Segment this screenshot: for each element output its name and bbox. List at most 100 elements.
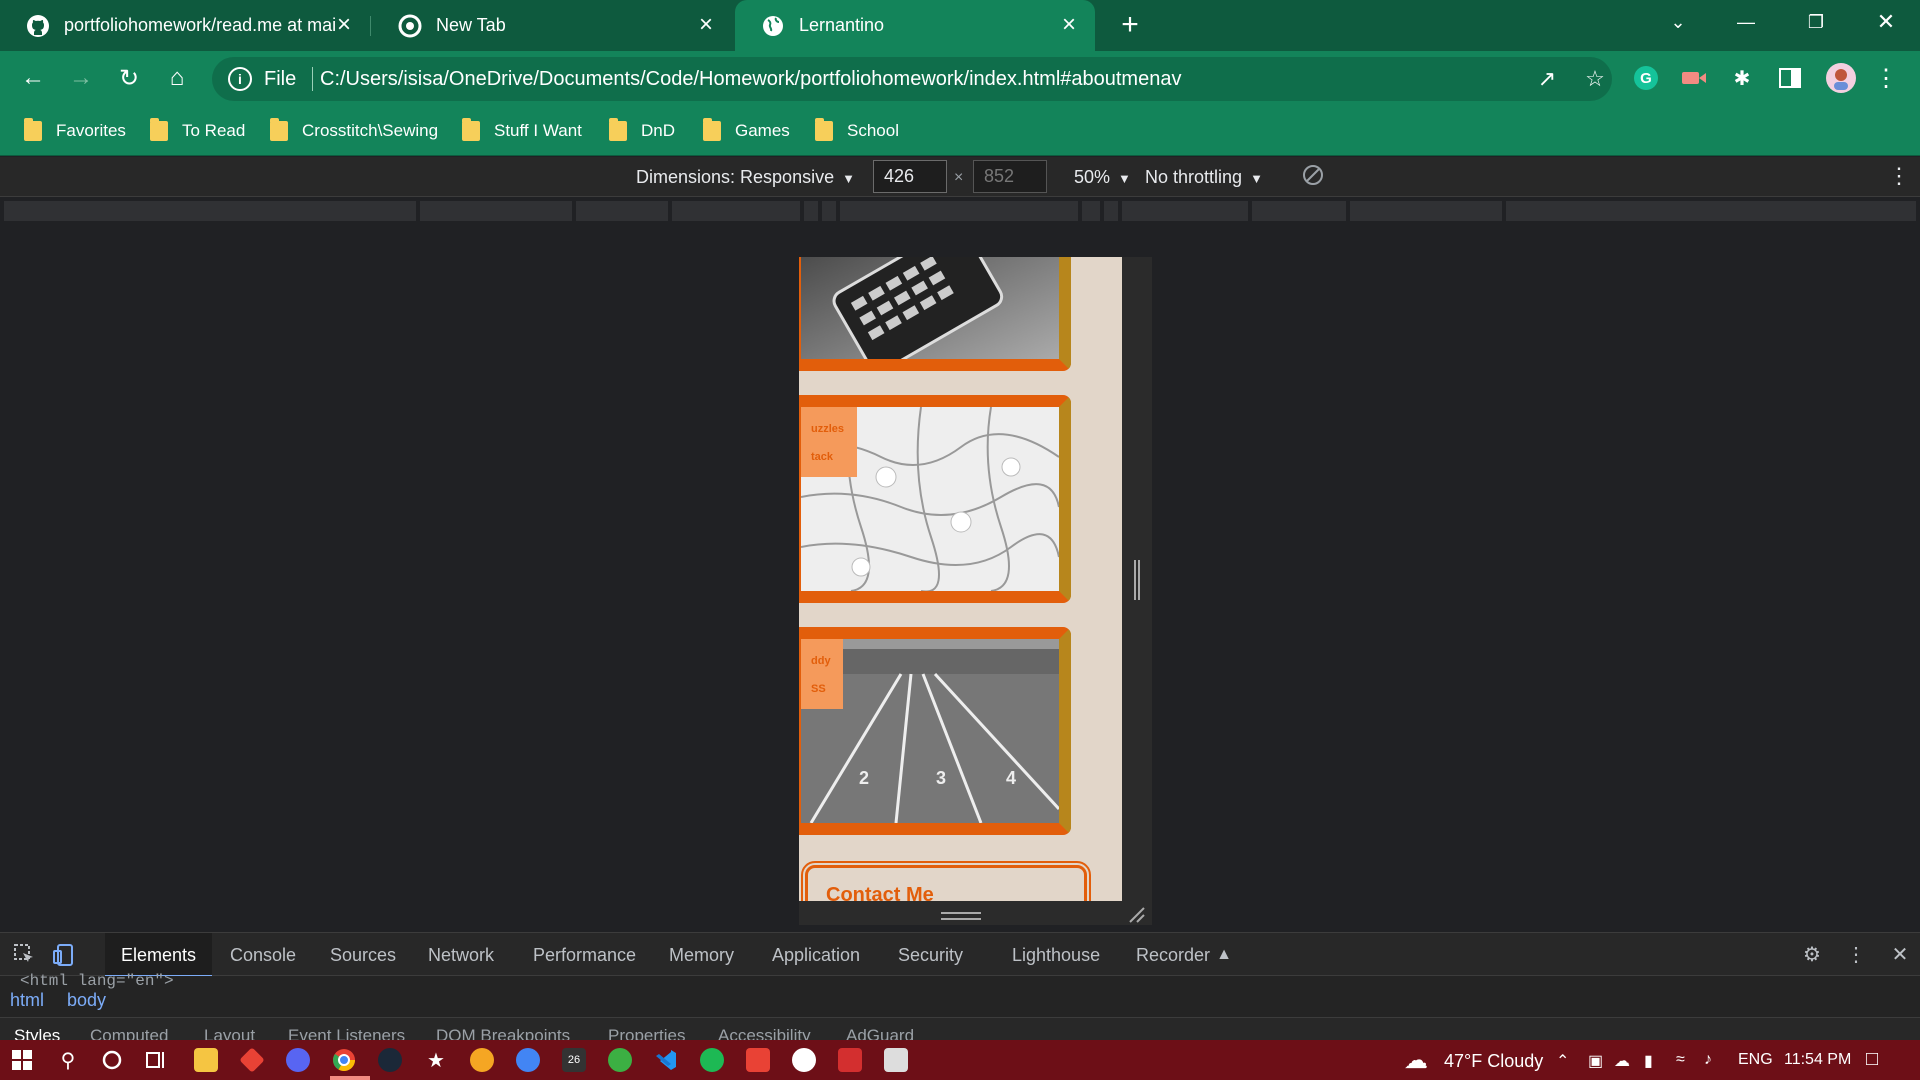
subtab-computed[interactable]: Computed [90, 1026, 168, 1040]
device-toolbar-more-icon[interactable]: ⋮ [1888, 163, 1910, 189]
bookmark-to-read[interactable]: To Read [150, 116, 245, 146]
settings-gear-icon[interactable]: ⚙ [1800, 943, 1824, 967]
reload-icon[interactable]: ↻ [112, 61, 146, 95]
volume-icon[interactable]: ♪ [1704, 1051, 1712, 1069]
device-resize-corner-icon[interactable] [1128, 906, 1146, 924]
rotate-icon[interactable] [1302, 164, 1324, 191]
device-toggle-icon[interactable] [52, 943, 76, 967]
device-resize-bottom-handle[interactable] [941, 912, 981, 920]
bookmark-dnd[interactable]: DnD [609, 116, 675, 146]
tab-new-tab[interactable]: New Tab × [372, 0, 732, 51]
media-query-segment[interactable] [672, 201, 800, 221]
tab-search-chevron-icon[interactable]: ⌄ [1654, 0, 1702, 44]
throttling-dropdown[interactable]: No throttling ▼ [1145, 167, 1263, 188]
bookmark-stuff-i-want[interactable]: Stuff I Want [462, 116, 582, 146]
device-resize-right-handle[interactable] [1132, 560, 1142, 600]
zoom-dropdown[interactable]: 50% ▼ [1074, 167, 1131, 188]
app-orange-icon[interactable] [470, 1048, 494, 1072]
inspect-element-icon[interactable] [12, 943, 36, 967]
media-query-segment[interactable] [1104, 201, 1118, 221]
tab-github[interactable]: portfoliohomework/read.me at mair × [0, 0, 370, 51]
spotify-icon[interactable] [700, 1048, 724, 1072]
devtools-close-icon[interactable]: ✕ [1888, 943, 1912, 967]
tray-app-icon[interactable]: ▣ [1588, 1051, 1603, 1071]
tab-close-icon[interactable]: × [694, 13, 718, 37]
media-query-segment[interactable] [1252, 201, 1346, 221]
steam-icon[interactable] [378, 1048, 402, 1072]
project-card-puzzles[interactable]: uzzles tack [799, 395, 1071, 603]
subtab-event-listeners[interactable]: Event Listeners [288, 1026, 405, 1040]
app-git-icon[interactable] [746, 1048, 770, 1072]
media-query-segment[interactable] [1506, 201, 1916, 221]
media-query-bar[interactable] [0, 198, 1920, 224]
screen-recorder-icon[interactable] [1680, 64, 1708, 92]
tab-application[interactable]: Application [772, 945, 860, 966]
cortana-circle-icon[interactable] [100, 1048, 124, 1072]
tab-lighthouse[interactable]: Lighthouse [1012, 945, 1100, 966]
app-pixel-icon[interactable] [884, 1048, 908, 1072]
task-view-icon[interactable] [144, 1048, 168, 1072]
media-query-segment[interactable] [1350, 201, 1502, 221]
weather-text[interactable]: 47°F Cloudy [1444, 1051, 1543, 1072]
app-diamond-icon[interactable] [239, 1047, 265, 1073]
bookmark-star-icon[interactable]: ☆ [1582, 67, 1608, 93]
site-info-icon[interactable]: i [228, 67, 252, 91]
project-card-calculator[interactable] [799, 257, 1071, 371]
minimize-icon[interactable]: — [1722, 0, 1770, 44]
tab-close-icon[interactable]: × [332, 13, 356, 37]
bookmark-games[interactable]: Games [703, 116, 790, 146]
back-arrow-icon[interactable]: ← [16, 61, 50, 95]
media-query-segment[interactable] [4, 201, 416, 221]
onedrive-cloud-icon[interactable]: ☁ [1614, 1051, 1630, 1071]
language-indicator[interactable]: ENG [1738, 1051, 1773, 1069]
side-panel-icon[interactable] [1776, 64, 1804, 92]
subtab-properties[interactable]: Properties [608, 1026, 685, 1040]
subtab-adguard[interactable]: AdGuard [846, 1026, 914, 1040]
devtools-more-icon[interactable]: ⋮ [1844, 943, 1868, 967]
grammarly-icon[interactable]: G [1632, 64, 1660, 92]
breadcrumb-html[interactable]: html [10, 990, 44, 1011]
battery-icon[interactable]: ▮ [1644, 1051, 1653, 1071]
subtab-styles[interactable]: Styles [14, 1026, 60, 1040]
tab-sources[interactable]: Sources [330, 945, 396, 966]
wifi-icon[interactable]: ≈ [1676, 1051, 1685, 1069]
new-tab-plus-icon[interactable]: + [1114, 10, 1146, 42]
tab-console[interactable]: Console [230, 945, 296, 966]
address-bar[interactable]: i File C:/Users/isisa/OneDrive/Documents… [212, 57, 1612, 101]
subtab-dom-breakpoints[interactable]: DOM Breakpoints [436, 1026, 570, 1040]
kebab-menu-icon[interactable]: ⋮ [1872, 64, 1900, 92]
file-explorer-icon[interactable] [194, 1048, 218, 1072]
height-input[interactable] [973, 160, 1047, 193]
app-green-icon[interactable] [608, 1048, 632, 1072]
share-icon[interactable]: ↗ [1534, 67, 1560, 93]
bookmark-school[interactable]: School [815, 116, 899, 146]
subtab-layout[interactable]: Layout [204, 1026, 255, 1040]
media-query-segment[interactable] [840, 201, 1078, 221]
tab-recorder[interactable]: Recorder [1136, 945, 1210, 966]
media-query-segment[interactable] [1122, 201, 1248, 221]
clock-time[interactable]: 11:54 PM [1784, 1051, 1851, 1069]
bookmark-crosstitch[interactable]: Crosstitch\Sewing [270, 116, 438, 146]
tab-close-icon[interactable]: × [1057, 13, 1081, 37]
discord-icon[interactable] [286, 1048, 310, 1072]
dimensions-dropdown[interactable]: Dimensions: Responsive ▼ [636, 167, 855, 188]
media-query-segment[interactable] [804, 201, 818, 221]
cloudy-weather-icon[interactable]: ☁ [1404, 1046, 1428, 1075]
media-query-segment[interactable] [420, 201, 572, 221]
vscode-icon[interactable] [654, 1048, 678, 1072]
bookmark-favorites[interactable]: Favorites [24, 116, 126, 146]
app-white-icon[interactable] [792, 1048, 816, 1072]
project-card-track[interactable]: 2 3 4 ddy SS [799, 627, 1071, 835]
app-blue-icon[interactable] [516, 1048, 540, 1072]
tab-security[interactable]: Security [898, 945, 963, 966]
home-icon[interactable]: ⌂ [160, 61, 194, 95]
forward-arrow-icon[interactable]: → [64, 61, 98, 95]
extensions-puzzle-icon[interactable]: ✱ [1728, 64, 1756, 92]
windows-start-icon[interactable] [10, 1048, 34, 1072]
tab-network[interactable]: Network [428, 945, 494, 966]
tray-chevron-icon[interactable]: ⌃ [1556, 1051, 1569, 1071]
restore-icon[interactable]: ❐ [1792, 0, 1840, 44]
tab-performance[interactable]: Performance [533, 945, 636, 966]
profile-avatar[interactable] [1824, 61, 1858, 95]
media-query-segment[interactable] [822, 201, 836, 221]
